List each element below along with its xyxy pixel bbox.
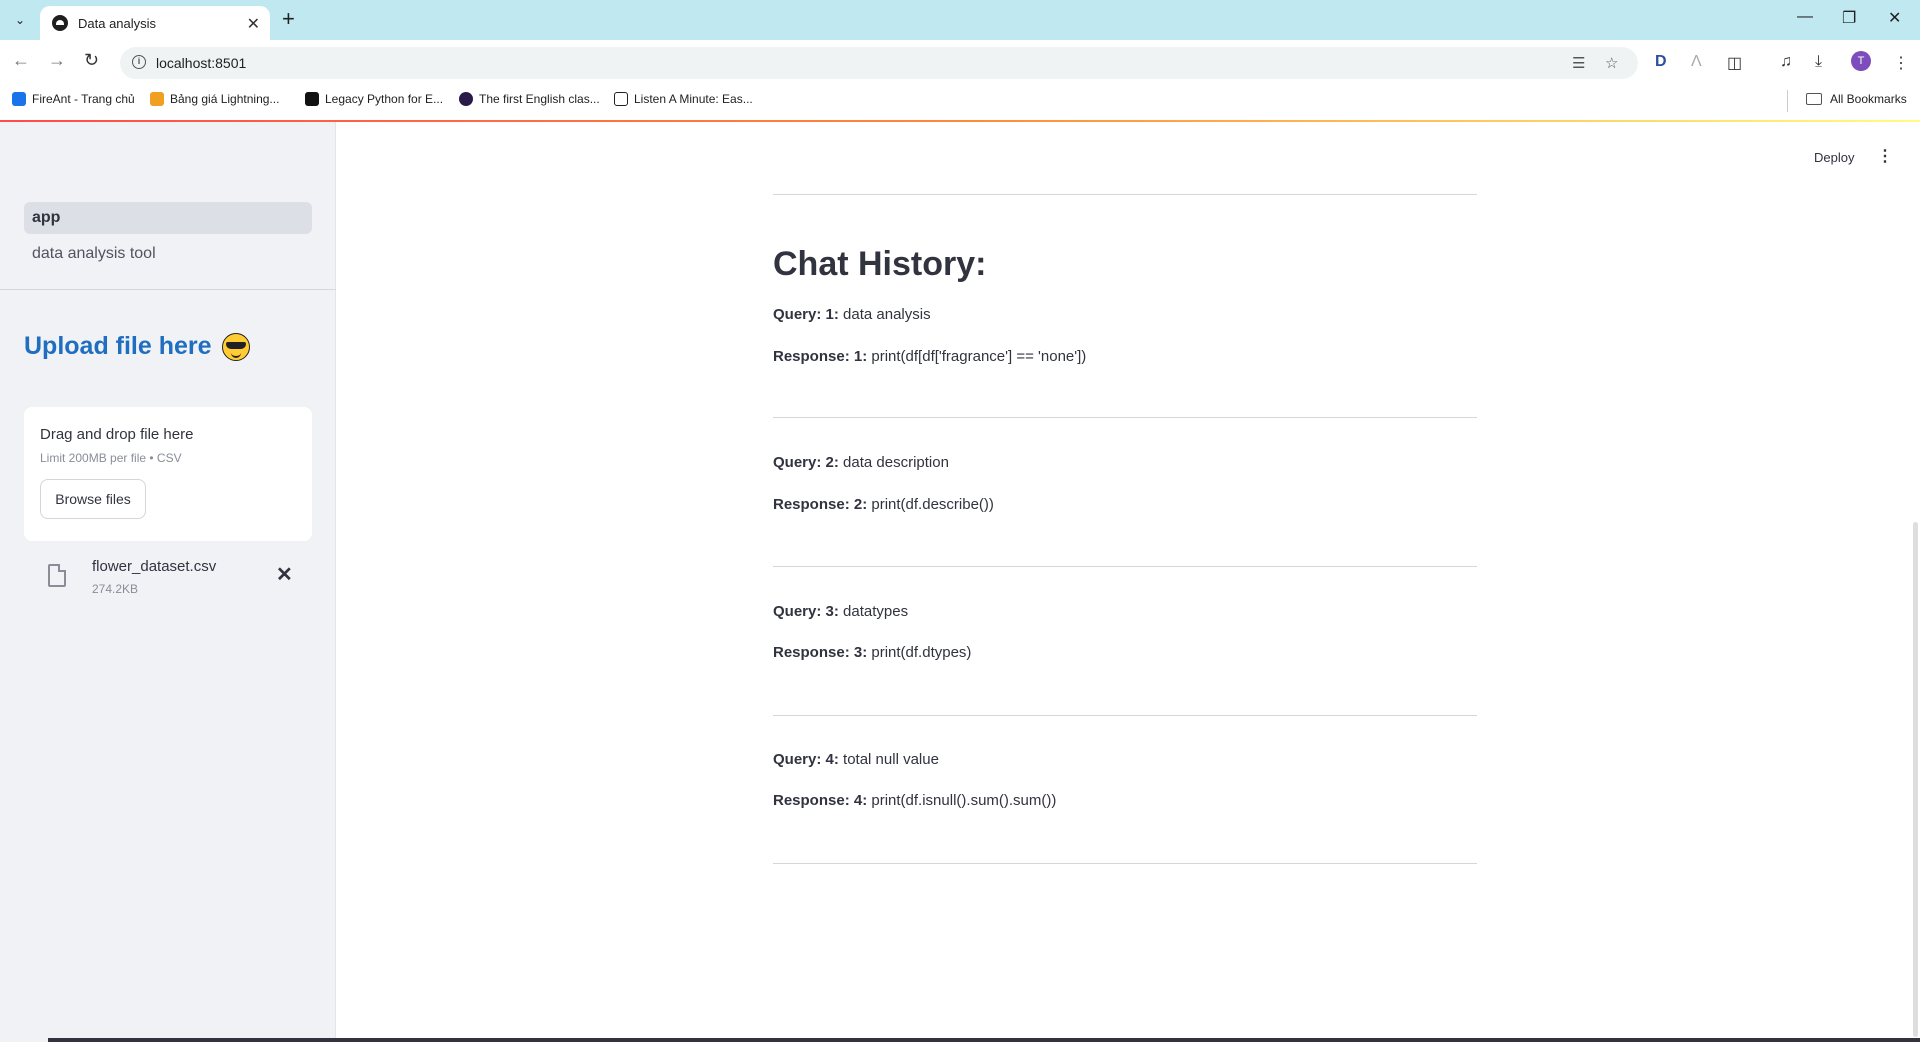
reload-icon[interactable]: ↻	[84, 50, 99, 71]
dropzone-limit: Limit 200MB per file • CSV	[40, 451, 182, 465]
close-tab-icon[interactable]: ✕	[247, 14, 260, 34]
extension-d-icon[interactable]: D	[1655, 53, 1667, 71]
query-line: Query: 3: datatypes	[773, 603, 908, 620]
tab-title: Data analysis	[78, 15, 157, 31]
bookmark-label: Bảng giá Lightning...	[170, 92, 280, 106]
query-line: Query: 2: data description	[773, 454, 949, 471]
file-size: 274.2KB	[92, 582, 139, 596]
forward-icon[interactable]: →	[48, 50, 66, 71]
url-text: localhost:8501	[156, 55, 247, 71]
bookmark-label: Legacy Python for E...	[325, 92, 444, 106]
close-window-icon[interactable]: ✕	[1888, 8, 1901, 28]
bottom-edge	[48, 1038, 1920, 1042]
streamlit-favicon-icon	[52, 15, 68, 31]
translate-icon[interactable]: ☰	[1572, 54, 1585, 72]
query-line: Query: 4: total null value	[773, 751, 939, 768]
response-text: print(df.dtypes)	[867, 644, 972, 661]
page-title: Chat History:	[773, 245, 987, 283]
dropzone-title: Drag and drop file here	[40, 426, 194, 443]
profile-avatar[interactable]: T	[1851, 51, 1871, 71]
browser-toolbar: ← → ↻ i localhost:8501 ☰ ☆ D Λ ◫ ♫ ⤓ T ⋮	[0, 40, 1920, 84]
bookmark-star-icon[interactable]: ☆	[1605, 54, 1618, 72]
deploy-button[interactable]: Deploy	[1814, 150, 1854, 165]
media-control-icon[interactable]: ♫	[1780, 53, 1792, 71]
bookmarks-bar: FireAnt - Trang chủ Bảng giá Lightning..…	[0, 84, 1920, 120]
response-label: Response: 4:	[773, 792, 868, 809]
back-icon[interactable]: ←	[12, 50, 30, 71]
upload-title: Upload file here	[24, 332, 250, 361]
legacy-python-icon	[305, 92, 319, 106]
browser-menu-icon[interactable]: ⋮	[1893, 53, 1909, 73]
all-bookmarks-label: All Bookmarks	[1830, 92, 1907, 106]
response-text: print(df.describe())	[867, 496, 994, 513]
bookmarks-divider	[1787, 90, 1788, 112]
query-label: Query: 1:	[773, 306, 839, 323]
response-label: Response: 1:	[773, 348, 868, 365]
divider	[773, 863, 1477, 864]
file-name: flower_dataset.csv	[92, 558, 217, 575]
file-dropzone[interactable]: Drag and drop file here Limit 200MB per …	[24, 407, 312, 541]
response-line: Response: 4: print(df.isnull().sum().sum…	[773, 792, 1056, 809]
file-icon	[48, 564, 66, 587]
response-line: Response: 2: print(df.describe())	[773, 496, 994, 513]
extension-a-icon[interactable]: Λ	[1691, 53, 1702, 71]
browser-tab-strip: ⌄ Data analysis ✕ + — ❐ ✕	[0, 0, 1920, 40]
query-text: total null value	[838, 751, 939, 768]
scrollbar[interactable]	[1913, 522, 1918, 1037]
sunglasses-emoji-icon	[221, 332, 250, 361]
address-bar[interactable]: i localhost:8501 ☰ ☆	[120, 47, 1638, 79]
folder-icon	[1806, 93, 1822, 105]
query-text: data analysis	[838, 306, 931, 323]
divider	[773, 417, 1477, 418]
uploaded-file: flower_dataset.csv 274.2KB ✕	[24, 554, 312, 610]
sidebar-divider	[0, 289, 336, 290]
bookmark-label: FireAnt - Trang chủ	[32, 92, 135, 106]
sidebar: app data analysis tool Upload file here …	[0, 122, 336, 1042]
new-tab-icon[interactable]: +	[282, 8, 295, 30]
lightning-icon	[150, 92, 164, 106]
query-label: Query: 4:	[773, 751, 839, 768]
tab-search-icon[interactable]: ⌄	[8, 8, 32, 32]
query-label: Query: 2:	[773, 454, 839, 471]
response-label: Response: 3:	[773, 644, 868, 661]
extensions-puzzle-icon[interactable]: ◫	[1727, 53, 1742, 73]
response-line: Response: 3: print(df.dtypes)	[773, 644, 971, 661]
bookmark-item[interactable]: FireAnt - Trang chủ	[12, 92, 135, 106]
download-icon[interactable]: ⤓	[1815, 53, 1822, 71]
divider	[773, 194, 1477, 195]
site-info-icon[interactable]: i	[132, 55, 146, 69]
listen-a-minute-icon	[614, 92, 628, 106]
browser-tab[interactable]: Data analysis ✕	[40, 6, 270, 40]
bookmark-label: Listen A Minute: Eas...	[634, 92, 753, 106]
bookmark-item[interactable]: Bảng giá Lightning...	[150, 92, 279, 106]
browse-files-button[interactable]: Browse files	[40, 479, 146, 519]
english-class-icon	[459, 92, 473, 106]
all-bookmarks-button[interactable]: All Bookmarks	[1806, 92, 1907, 106]
fireant-icon	[12, 92, 26, 106]
response-line: Response: 1: print(df[df['fragrance'] ==…	[773, 348, 1086, 365]
query-text: datatypes	[838, 603, 909, 620]
remove-file-icon[interactable]: ✕	[276, 562, 293, 587]
divider	[773, 566, 1477, 567]
response-label: Response: 2:	[773, 496, 868, 513]
query-line: Query: 1: data analysis	[773, 306, 931, 323]
main-menu-icon[interactable]: ⋮	[1877, 146, 1893, 166]
sidebar-item-data-analysis-tool[interactable]: data analysis tool	[32, 245, 156, 263]
restore-icon[interactable]: ❐	[1842, 8, 1856, 28]
bookmark-label: The first English clas...	[479, 92, 600, 106]
sidebar-item-app[interactable]: app	[24, 202, 312, 234]
minimize-icon[interactable]: —	[1797, 8, 1813, 26]
response-text: print(df.isnull().sum().sum())	[867, 792, 1057, 809]
bookmark-item[interactable]: The first English clas...	[459, 92, 600, 106]
query-label: Query: 3:	[773, 603, 839, 620]
query-text: data description	[838, 454, 949, 471]
bookmark-item[interactable]: Legacy Python for E...	[305, 92, 443, 106]
response-text: print(df[df['fragrance'] == 'none'])	[867, 348, 1087, 365]
upload-title-text: Upload file here	[24, 332, 212, 360]
bookmark-item[interactable]: Listen A Minute: Eas...	[614, 92, 753, 106]
divider	[773, 715, 1477, 716]
